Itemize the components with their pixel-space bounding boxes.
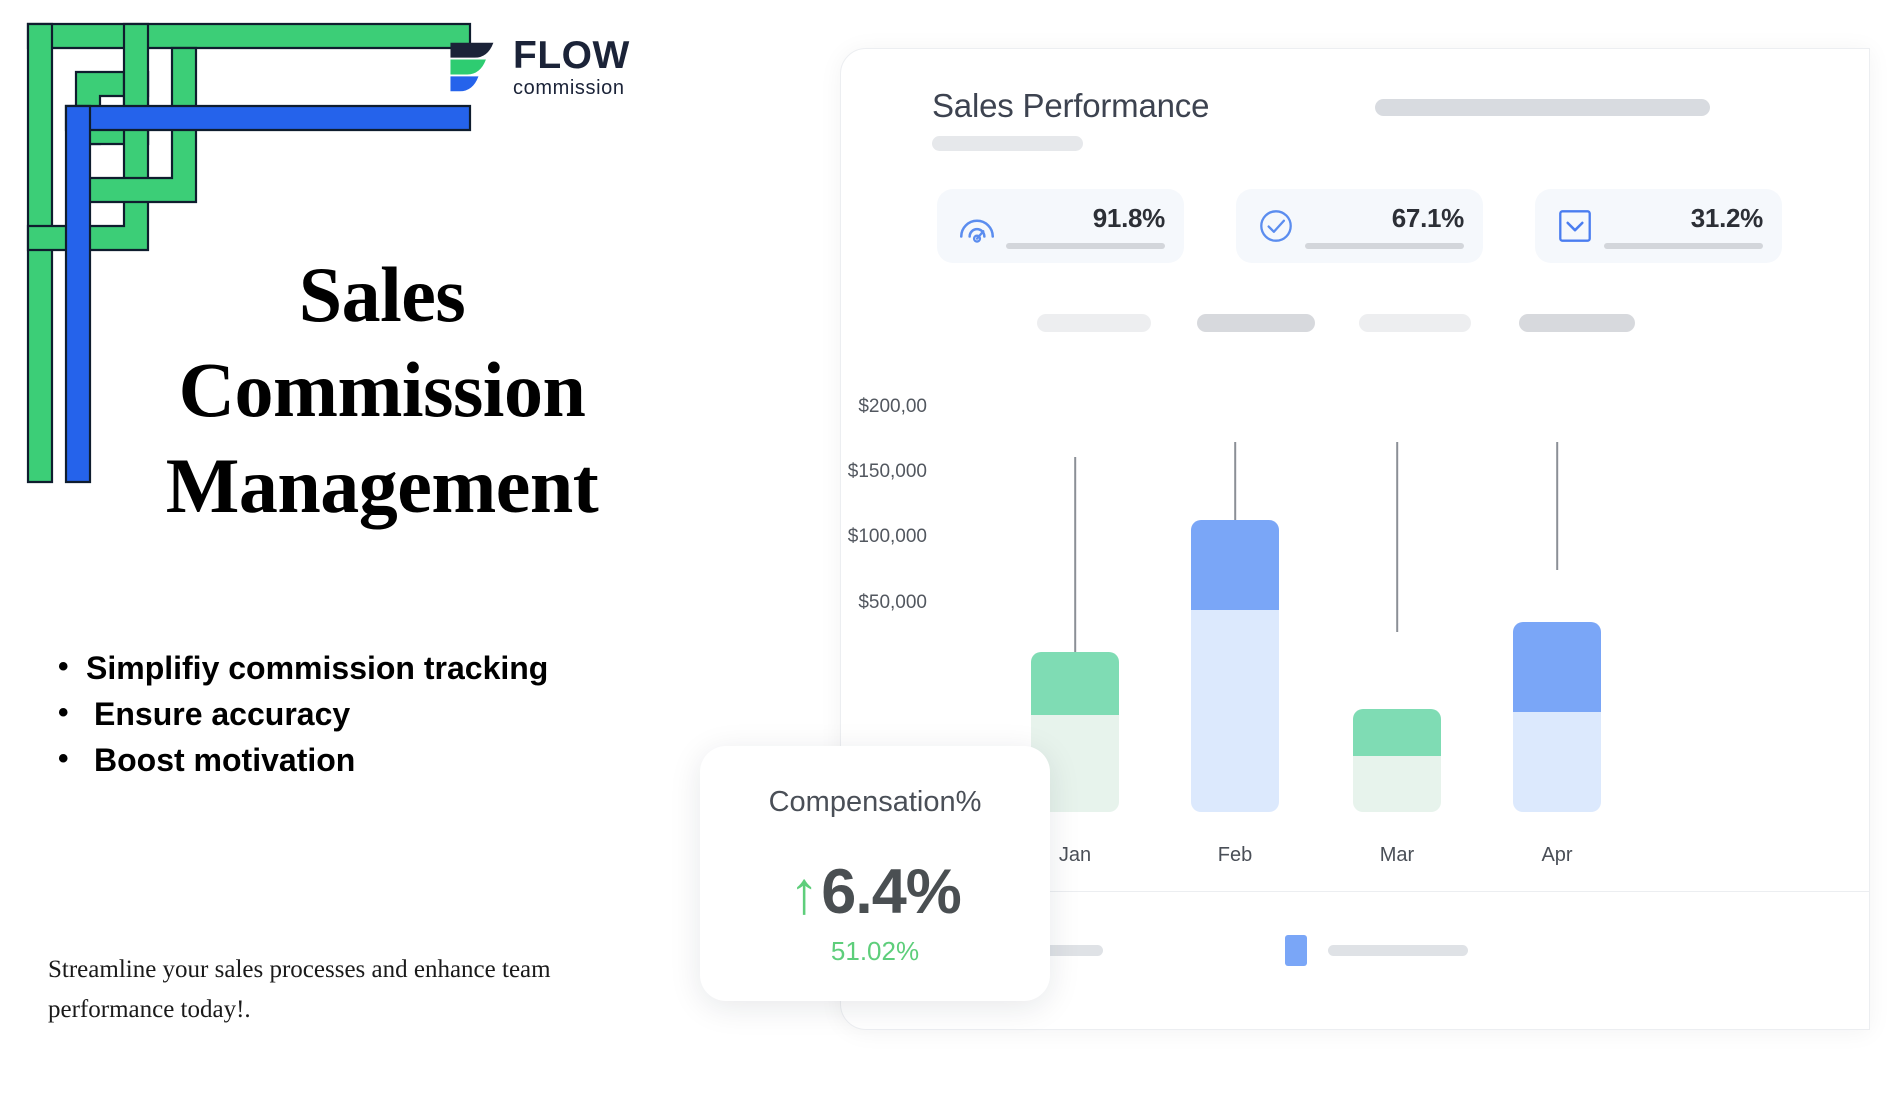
metric-progress-bar <box>1006 243 1165 249</box>
compensation-title: Compensation% <box>768 786 982 818</box>
metric-card-chevron[interactable]: 31.2% <box>1535 189 1782 263</box>
legend-swatch <box>1285 935 1307 966</box>
bar-segment-upper <box>1191 520 1279 610</box>
legend-label-placeholder <box>1328 945 1468 956</box>
bar-group-mar[interactable]: Mar <box>1353 442 1441 866</box>
feature-bullet-list: Simplifiy commission tracking Ensure acc… <box>44 645 548 783</box>
metric-value: 31.2% <box>1690 203 1764 233</box>
metric-card-row: 91.8% 67.1% 31.2% <box>937 189 1782 263</box>
bar-segment-lower <box>1513 712 1601 812</box>
bar-segment-upper <box>1353 709 1441 756</box>
x-axis-label: Feb <box>1217 844 1253 866</box>
column-placeholder-bar <box>1359 314 1471 332</box>
compensation-value: 6.4% <box>821 857 962 927</box>
logo-text-flow: FLOW <box>513 34 630 77</box>
chevron-down-square-icon <box>1559 210 1591 242</box>
legend-item-blue[interactable] <box>1285 935 1468 966</box>
hero-description: Streamline your sales processes and enha… <box>48 956 551 1023</box>
list-item: Ensure accuracy <box>58 691 548 737</box>
x-axis-label: Mar <box>1379 844 1415 866</box>
dashboard-title: Sales Performance <box>932 87 1210 124</box>
logo-text-commission: commission <box>513 77 625 99</box>
metric-value: 67.1% <box>1391 203 1465 233</box>
hero-left-column: FLOW commission Sales Commission Managem… <box>0 0 700 1100</box>
page-title: Sales Commission Management <box>165 251 599 529</box>
check-circle-icon <box>1260 210 1292 242</box>
arrow-up-icon: ↑ <box>789 858 820 926</box>
bar-segment-upper <box>1031 652 1119 715</box>
column-placeholder-bar <box>1197 314 1315 332</box>
whisker-line <box>1074 457 1076 657</box>
compensation-sub-value: 51.02% <box>830 936 920 966</box>
bar-group-apr[interactable]: Apr <box>1513 442 1601 866</box>
metric-card-gauge[interactable]: 91.8% <box>937 189 1184 263</box>
bar-segment-lower <box>1191 610 1279 812</box>
y-axis-tick: $100,000 <box>847 526 927 547</box>
x-axis-label: Apr <box>1541 844 1573 866</box>
whisker-line <box>1396 442 1398 632</box>
y-axis-tick: $50,000 <box>858 592 927 613</box>
list-item: Simplifiy commission tracking <box>58 645 548 691</box>
whisker-line <box>1556 442 1558 570</box>
metric-progress-bar <box>1604 243 1763 249</box>
bar-group-feb[interactable]: Feb <box>1191 442 1279 866</box>
metric-value: 91.8% <box>1092 203 1166 233</box>
brand-logo: FLOW commission <box>443 36 630 98</box>
bar-segment-upper <box>1513 622 1601 712</box>
chart-divider <box>937 891 1869 892</box>
y-axis-tick: $150,000 <box>847 461 927 482</box>
metric-card-check[interactable]: 67.1% <box>1236 189 1483 263</box>
bar-stack <box>1513 622 1601 812</box>
compensation-main-row: ↑ 6.4% <box>789 857 962 927</box>
compensation-card[interactable]: Compensation% ↑ 6.4% 51.02% <box>700 746 1050 1001</box>
column-placeholder-bar <box>1519 314 1635 332</box>
bar-stack <box>1353 709 1441 812</box>
toolbar-placeholder-bar[interactable] <box>1375 99 1710 116</box>
column-placeholder-bar <box>1037 314 1151 332</box>
flow-logo-mark <box>450 42 494 92</box>
metric-progress-bar <box>1305 243 1464 249</box>
bar-stack <box>1191 520 1279 812</box>
subtitle-placeholder-bar <box>932 136 1083 151</box>
gauge-icon <box>959 219 995 243</box>
y-axis-tick: $200,00 <box>858 396 927 417</box>
bar-segment-lower <box>1353 756 1441 812</box>
list-item: Boost motivation <box>58 737 548 783</box>
